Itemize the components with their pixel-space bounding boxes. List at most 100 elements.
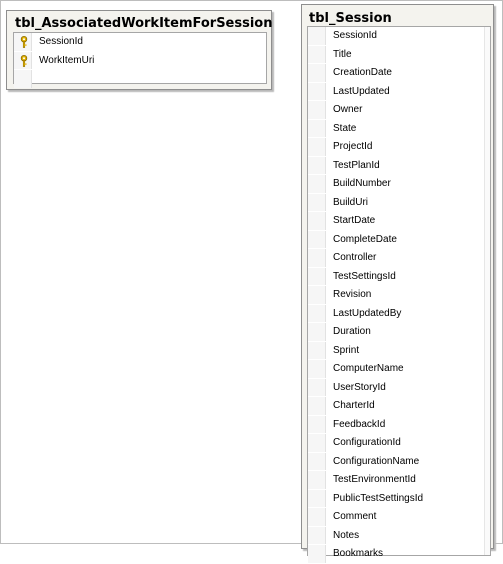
row-selector (308, 526, 326, 544)
column-row-sessionid[interactable]: SessionId (308, 27, 490, 46)
column-row-lastupdatedby[interactable]: LastUpdatedBy (308, 304, 490, 324)
row-selector (308, 230, 326, 248)
row-selector (308, 286, 326, 304)
column-name: SessionId (39, 36, 83, 47)
column-name: UserStoryId (333, 381, 386, 393)
column-name: CreationDate (333, 67, 392, 78)
column-name: Notes (333, 529, 360, 541)
row-selector (308, 249, 326, 267)
column-name: FeedbackId (333, 418, 386, 430)
column-row-lastupdated[interactable]: LastUpdated (308, 82, 490, 102)
column-name: ConfigurationId (333, 437, 401, 448)
column-row-configurationid[interactable]: ConfigurationId (308, 434, 490, 453)
row-selector (308, 471, 326, 489)
column-name: Sprint (333, 344, 360, 356)
column-row-testplanid[interactable]: TestPlanId (308, 156, 490, 176)
row-selector (308, 82, 326, 100)
column-row-feedbackid[interactable]: FeedbackId (308, 415, 490, 435)
row-selector (308, 341, 326, 359)
column-row-title[interactable]: Title (308, 45, 490, 65)
column-name: StartDate (333, 215, 376, 226)
table-title: tbl_Session (309, 11, 392, 26)
column-row-state[interactable]: State (308, 119, 490, 139)
row-selector (308, 27, 326, 45)
table-associated-work-item[interactable]: tbl_AssociatedWorkItemForSession Session… (6, 10, 273, 90)
column-row-bookmarks[interactable]: Bookmarks (308, 545, 490, 564)
row-selector (308, 156, 326, 174)
column-row-publictestsettingsid[interactable]: PublicTestSettingsId (308, 489, 490, 509)
column-name: Controller (333, 252, 377, 263)
column-list: SessionId WorkItemUri (13, 32, 267, 88)
column-row-workitemuri[interactable]: WorkItemUri (14, 51, 266, 71)
row-selector (308, 323, 326, 341)
row-selector (308, 452, 326, 470)
column-name: Owner (333, 104, 363, 115)
column-row-buildnumber[interactable]: BuildNumber (308, 175, 490, 194)
row-selector (308, 415, 326, 433)
row-selector (308, 508, 326, 526)
key-icon (20, 36, 28, 48)
row-selector (308, 545, 326, 563)
column-name: SessionId (333, 30, 377, 41)
column-name: BuildUri (333, 196, 369, 208)
column-row-controller[interactable]: Controller (308, 249, 490, 268)
column-row-comment[interactable]: Comment (308, 508, 490, 527)
column-name: ConfigurationName (333, 455, 420, 467)
column-name: ProjectId (333, 141, 373, 152)
column-row-notes[interactable]: Notes (308, 526, 490, 546)
row-selector (308, 397, 326, 415)
row-selector (14, 70, 32, 88)
column-row-empty (14, 70, 266, 89)
column-row-sessionid[interactable]: SessionId (14, 33, 266, 52)
column-name: Comment (333, 511, 377, 522)
table-title: tbl_AssociatedWorkItemForSession (15, 16, 273, 31)
row-selector (308, 45, 326, 63)
row-selector (308, 175, 326, 193)
column-name: Bookmarks (333, 548, 384, 559)
scrollbar[interactable] (484, 27, 490, 555)
column-row-computername[interactable]: ComputerName (308, 360, 490, 379)
column-name: CharterId (333, 400, 375, 411)
column-name: PublicTestSettingsId (333, 492, 424, 504)
column-row-creationdate[interactable]: CreationDate (308, 64, 490, 83)
row-selector (308, 434, 326, 452)
row-selector (308, 138, 326, 156)
column-row-completedate[interactable]: CompleteDate (308, 230, 490, 250)
column-name: Duration (333, 326, 371, 337)
column-name: Title (333, 48, 352, 60)
column-name: LastUpdated (333, 85, 390, 97)
row-selector (308, 489, 326, 507)
column-name: State (333, 122, 357, 134)
key-icon (20, 54, 28, 67)
table-session[interactable]: tbl_Session SessionId Title CreationDate La… (301, 4, 494, 563)
column-list: SessionId Title CreationDate LastUpdated Own… (307, 26, 491, 563)
column-row-userstoryid[interactable]: UserStoryId (308, 378, 490, 398)
column-row-revision[interactable]: Revision (308, 286, 490, 305)
row-selector (308, 119, 326, 137)
column-row-testsettingsid[interactable]: TestSettingsId (308, 267, 490, 287)
row-selector (308, 193, 326, 211)
column-row-duration[interactable]: Duration (308, 323, 490, 342)
column-row-sprint[interactable]: Sprint (308, 341, 490, 361)
row-selector (308, 304, 326, 322)
column-row-testenvironmentid[interactable]: TestEnvironmentId (308, 471, 490, 490)
row-selector (308, 360, 326, 378)
column-name: LastUpdatedBy (333, 307, 402, 319)
row-selector (308, 101, 326, 119)
column-row-charterid[interactable]: CharterId (308, 397, 490, 416)
column-name: BuildNumber (333, 178, 391, 189)
column-name: Revision (333, 289, 372, 300)
column-name: TestEnvironmentId (333, 474, 416, 485)
column-row-startdate[interactable]: StartDate (308, 212, 490, 231)
column-row-configurationname[interactable]: ConfigurationName (308, 452, 490, 472)
row-selector (308, 212, 326, 230)
row-selector (308, 378, 326, 396)
column-name: TestPlanId (333, 159, 380, 171)
column-row-projectid[interactable]: ProjectId (308, 138, 490, 157)
column-name: CompleteDate (333, 233, 397, 245)
row-selector (308, 64, 326, 82)
column-name: TestSettingsId (333, 270, 396, 282)
column-name: WorkItemUri (39, 54, 95, 66)
column-row-owner[interactable]: Owner (308, 101, 490, 120)
column-row-builduri[interactable]: BuildUri (308, 193, 490, 213)
